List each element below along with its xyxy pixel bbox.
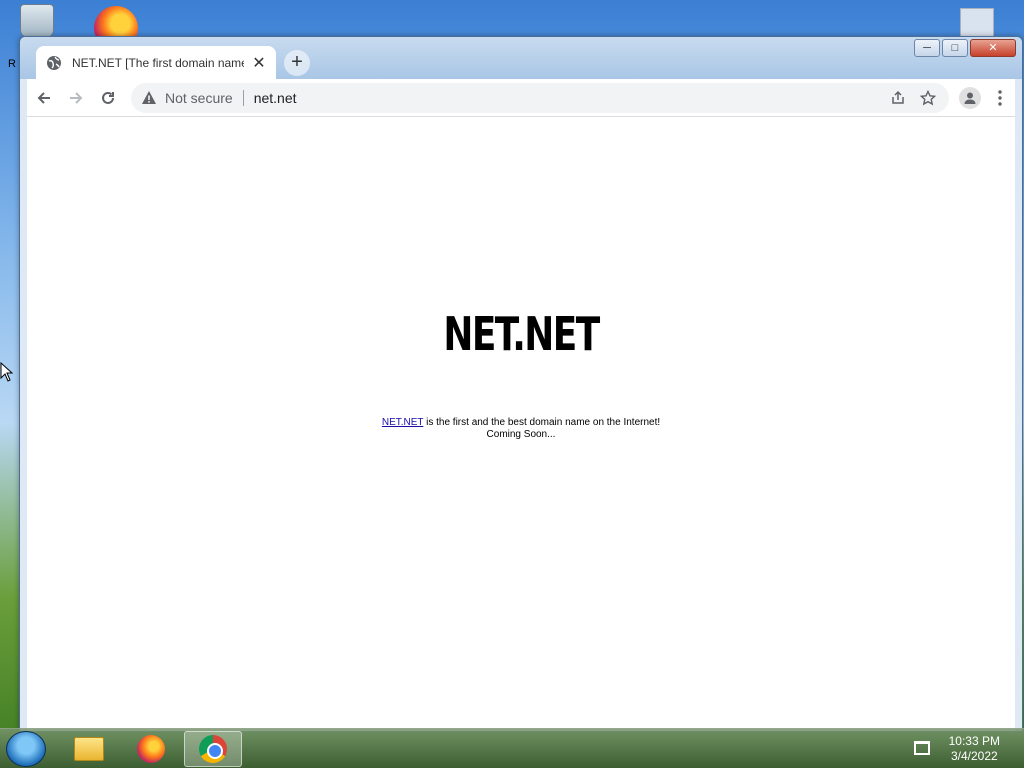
back-arrow-icon xyxy=(37,91,50,104)
clock-date: 3/4/2022 xyxy=(950,749,998,763)
mouse-cursor-icon xyxy=(0,362,14,382)
title-bar: NET.NET [The first domain name ✕ + ─ □ ✕ xyxy=(20,37,1022,80)
maximize-button[interactable]: □ xyxy=(942,39,968,57)
back-button[interactable] xyxy=(29,83,59,113)
message-line-2: Coming Soon... xyxy=(486,429,556,440)
new-tab-button[interactable]: + xyxy=(284,50,310,76)
reload-button[interactable] xyxy=(93,83,123,113)
taskbar-firefox[interactable] xyxy=(122,731,180,767)
tab-title: NET.NET [The first domain name xyxy=(72,56,244,70)
browser-window: NET.NET [The first domain name ✕ + ─ □ ✕… xyxy=(19,36,1023,732)
page-message: NET.NET is the first and the best domain… xyxy=(27,417,1015,441)
taskbar: 10:33 PM 3/4/2022 xyxy=(0,728,1024,768)
globe-icon xyxy=(47,56,61,70)
security-status[interactable]: Not secure xyxy=(165,90,233,106)
start-button[interactable] xyxy=(6,731,46,767)
chrome-icon xyxy=(199,735,227,763)
avatar xyxy=(959,86,981,109)
clock-time: 10:33 PM xyxy=(948,734,1000,748)
tab-close-icon[interactable]: ✕ xyxy=(252,53,266,73)
address-bar[interactable]: Not secure net.net xyxy=(131,82,949,113)
star-icon xyxy=(920,89,936,105)
folder-icon xyxy=(74,737,104,761)
warning-icon[interactable] xyxy=(141,90,157,106)
network-icon[interactable] xyxy=(914,741,930,755)
minimize-button[interactable]: ─ xyxy=(914,39,940,57)
kebab-menu-icon xyxy=(998,89,1002,106)
desktop-icon-label: R xyxy=(8,58,16,70)
forward-button[interactable] xyxy=(61,83,91,113)
person-icon xyxy=(964,92,976,104)
tab-active[interactable]: NET.NET [The first domain name ✕ xyxy=(36,46,276,80)
page-viewport: NET.NET NET.NET is the first and the bes… xyxy=(27,117,1015,731)
taskbar-explorer[interactable] xyxy=(60,731,118,767)
system-clock[interactable]: 10:33 PM 3/4/2022 xyxy=(949,734,1000,764)
reload-icon xyxy=(102,91,114,104)
message-line-1-text: is the first and the best domain name on… xyxy=(423,417,661,428)
forward-arrow-icon xyxy=(70,91,83,104)
window-controls: ─ □ ✕ xyxy=(914,39,1016,57)
taskbar-chrome[interactable] xyxy=(184,731,242,767)
page-heading: NET.NET xyxy=(443,307,600,361)
share-icon xyxy=(892,90,904,104)
close-window-button[interactable]: ✕ xyxy=(970,39,1016,57)
omnibox-divider xyxy=(242,89,244,106)
profile-button[interactable] xyxy=(955,83,985,113)
browser-toolbar: Not secure net.net xyxy=(27,79,1015,117)
recycle-bin-icon[interactable] xyxy=(20,4,54,38)
url-text[interactable]: net.net xyxy=(254,90,883,106)
firefox-icon xyxy=(137,735,165,763)
menu-button[interactable] xyxy=(985,83,1015,113)
bookmark-button[interactable] xyxy=(913,83,943,113)
share-button[interactable] xyxy=(883,83,913,113)
netnet-link[interactable]: NET.NET xyxy=(382,417,424,428)
message-line-1: NET.NET is the first and the best domain… xyxy=(27,417,1015,429)
